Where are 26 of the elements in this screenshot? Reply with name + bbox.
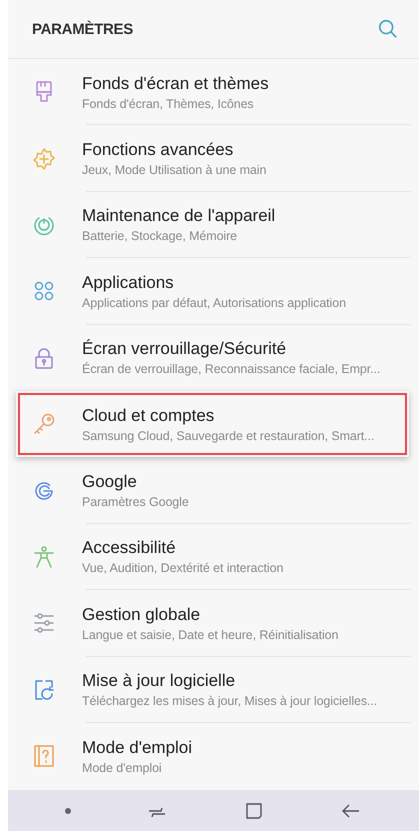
item-subtitle: Mode d'emploi (82, 760, 163, 775)
item-title: Mode d'emploi (82, 738, 192, 758)
dot-icon[interactable] (65, 808, 72, 814)
search-icon[interactable] (377, 18, 399, 40)
item-subtitle: Paramètres Google (82, 495, 189, 510)
item-subtitle: Téléchargez les mises à jour, Mises à jour logicielles... (82, 694, 378, 708)
item-title: Mise à jour logicielle (82, 671, 236, 692)
item-subtitle: Écran de verrouillage, Reconnaissance faciale, Empr... (82, 362, 380, 376)
item-title: Fonctions avancées (82, 140, 234, 160)
screen-title: PARAMÈTRES (32, 20, 133, 38)
highlighted-list-item[interactable]: Cloud et comptes Samsung Cloud, Sauvegarde et restauration, Smart... (16, 390, 409, 458)
item-subtitle: Batterie, Stockage, Mémoire (82, 229, 238, 244)
item-title: Accessibilité (82, 538, 177, 558)
item-title: Maintenance de l'appareil (82, 206, 276, 226)
item-title: Applications (82, 272, 175, 293)
item-subtitle: Vue, Audition, Dextérité et interaction (82, 561, 284, 576)
item-subtitle: Jeux, Mode Utilisation à une main (82, 163, 266, 178)
item-subtitle: Fonds d'écran, Thèmes, Icônes (82, 96, 255, 111)
item-title: Cloud et comptes (82, 406, 216, 426)
item-subtitle: Applications par défaut, Autorisations application (82, 296, 346, 310)
item-title: Google (82, 472, 138, 492)
item-subtitle: Langue et saisie, Date et heure, Réinitialisation (82, 628, 338, 642)
item-title: Fonds d'écran et thèmes (82, 74, 269, 94)
item-title: Écran verrouillage/Sécurité (82, 339, 288, 360)
item-title: Gestion globale (82, 604, 202, 625)
item-subtitle: Samsung Cloud, Sauvegarde et restauration, Smart... (82, 428, 374, 443)
